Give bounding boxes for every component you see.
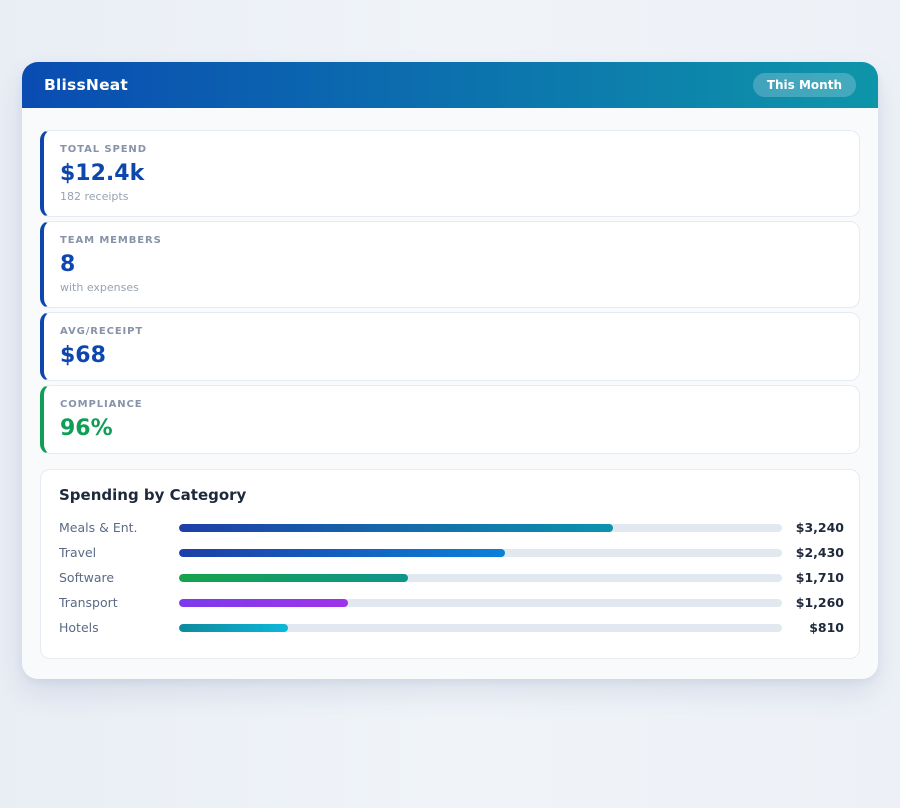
category-row-software: Software $1,710 xyxy=(59,565,844,590)
category-row-hotels: Hotels $810 xyxy=(59,615,844,640)
category-amount: $2,430 xyxy=(782,545,844,560)
category-amount: $3,240 xyxy=(782,520,844,535)
stat-value: 8 xyxy=(60,253,841,276)
app-header: BlissNeat This Month xyxy=(22,62,878,108)
period-badge[interactable]: This Month xyxy=(753,73,856,97)
stat-label: COMPLIANCE xyxy=(60,399,841,410)
stat-label: TEAM MEMBERS xyxy=(60,235,841,246)
category-amount: $1,710 xyxy=(782,570,844,585)
bar-fill xyxy=(179,624,288,632)
category-label: Meals & Ent. xyxy=(59,520,179,535)
stat-value: $12.4k xyxy=(60,162,841,185)
app-title: BlissNeat xyxy=(44,76,128,94)
category-row-travel: Travel $2,430 xyxy=(59,540,844,565)
category-label: Software xyxy=(59,570,179,585)
spending-by-category-card: Spending by Category Meals & Ent. $3,240… xyxy=(40,469,860,659)
stat-label: AVG/RECEIPT xyxy=(60,326,841,337)
bar-fill xyxy=(179,549,505,557)
stat-card-avg-receipt: AVG/RECEIPT $68 xyxy=(40,312,860,381)
bar-fill xyxy=(179,574,408,582)
category-label: Transport xyxy=(59,595,179,610)
category-label: Hotels xyxy=(59,620,179,635)
bar-fill xyxy=(179,524,613,532)
bar-track xyxy=(179,574,782,582)
stat-value: 96% xyxy=(60,417,841,440)
bar-track xyxy=(179,549,782,557)
stat-subtext: 182 receipts xyxy=(60,190,841,203)
bar-track xyxy=(179,599,782,607)
bar-track xyxy=(179,624,782,632)
category-amount: $810 xyxy=(782,620,844,635)
dashboard-content: TOTAL SPEND $12.4k 182 receipts TEAM MEM… xyxy=(22,108,878,679)
category-amount: $1,260 xyxy=(782,595,844,610)
stat-label: TOTAL SPEND xyxy=(60,144,841,155)
section-title: Spending by Category xyxy=(59,486,844,504)
stat-card-total-spend: TOTAL SPEND $12.4k 182 receipts xyxy=(40,130,860,217)
stat-card-team-members: TEAM MEMBERS 8 with expenses xyxy=(40,221,860,308)
category-row-meals: Meals & Ent. $3,240 xyxy=(59,515,844,540)
bar-fill xyxy=(179,599,348,607)
stat-value: $68 xyxy=(60,344,841,367)
bar-track xyxy=(179,524,782,532)
dashboard-panel: BlissNeat This Month TOTAL SPEND $12.4k … xyxy=(22,62,878,679)
category-row-transport: Transport $1,260 xyxy=(59,590,844,615)
stat-card-compliance: COMPLIANCE 96% xyxy=(40,385,860,454)
category-label: Travel xyxy=(59,545,179,560)
stat-subtext: with expenses xyxy=(60,281,841,294)
